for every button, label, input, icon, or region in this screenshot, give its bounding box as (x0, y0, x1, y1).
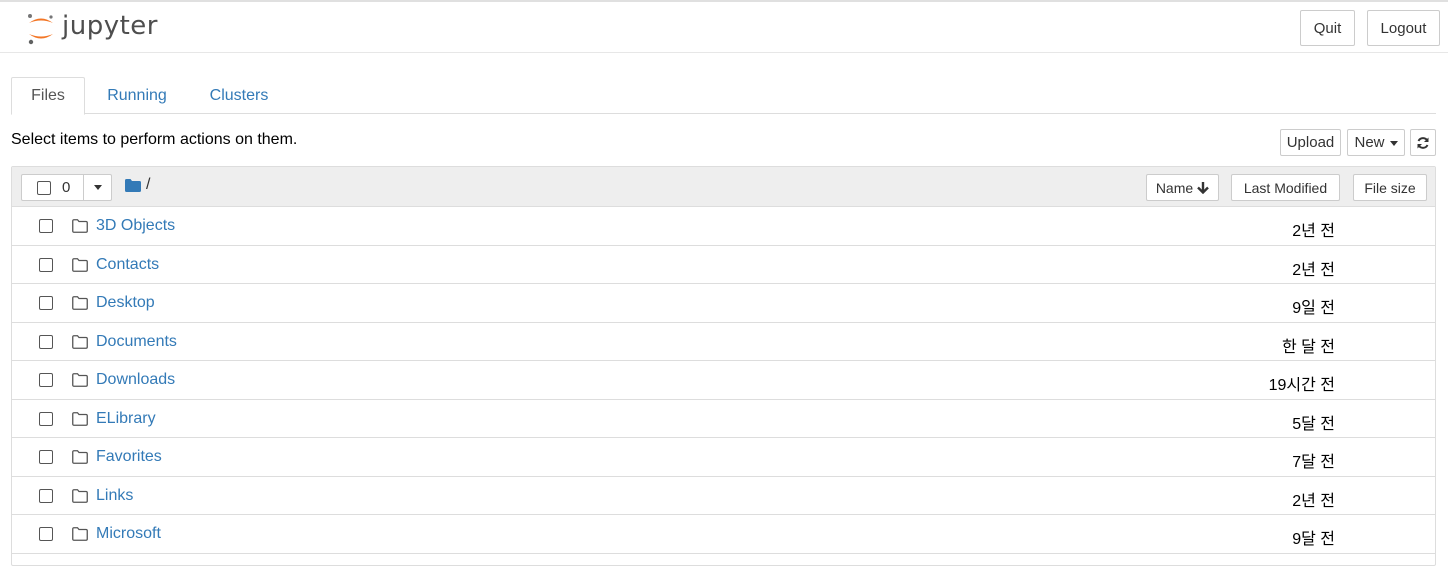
folder-outline-icon (72, 527, 88, 541)
list-item[interactable]: Contacts 2년 전 (12, 245, 1435, 284)
folder-outline-icon (72, 373, 88, 387)
list-item[interactable]: ELibrary 5달 전 (12, 399, 1435, 438)
item-checkbox[interactable] (39, 257, 53, 272)
selected-count: 0 (62, 179, 71, 196)
folder-outline-icon (72, 257, 88, 272)
folder-outline-icon (72, 450, 88, 464)
item-name-link[interactable]: Favorites (96, 448, 162, 466)
tab-bar: Files Running Clusters (11, 77, 1436, 115)
item-modified: 2년 전 (1292, 261, 1335, 279)
item-name-link[interactable]: ELibrary (96, 410, 156, 428)
item-modified: 9일 전 (1292, 300, 1335, 317)
toolbar-instructions: Select items to perform actions on them. (11, 131, 298, 148)
item-modified: 5달 전 (1292, 415, 1335, 433)
item-name-link[interactable]: Documents (96, 333, 177, 351)
item-name-link[interactable]: Links (96, 487, 133, 505)
folder-outline-icon (72, 334, 88, 349)
upload-button[interactable]: Upload (1280, 129, 1341, 156)
list-item[interactable]: Desktop 9일 전 (12, 284, 1435, 323)
folder-outline-icon (72, 488, 88, 503)
item-modified: 2년 전 (1292, 223, 1335, 240)
select-all-checkbox[interactable] (37, 181, 51, 195)
tab-files[interactable]: Files (11, 77, 85, 115)
list-item[interactable]: 3D Objects 2년 전 (12, 207, 1435, 246)
logo-text: jupyter (62, 11, 158, 41)
item-modified: 19시간 전 (1268, 377, 1335, 394)
folder-outline-icon (72, 296, 88, 310)
select-control: 0 (21, 174, 112, 201)
sort-name-label: Name (1155, 179, 1194, 196)
refresh-button[interactable] (1410, 129, 1436, 156)
item-name-link[interactable]: 3D Objects (96, 217, 175, 235)
new-button[interactable]: New (1347, 129, 1405, 156)
jupyter-logo[interactable]: jupyter (26, 11, 158, 47)
file-list: 0 / Name Last Modified File size 3D Obje… (11, 166, 1436, 566)
sort-by-name-button[interactable]: Name (1146, 174, 1219, 201)
refresh-icon (1417, 136, 1429, 149)
item-name-link[interactable]: Contacts (96, 256, 159, 274)
tab-clusters[interactable]: Clusters (197, 77, 281, 114)
list-item[interactable]: Documents 한 달 전 (12, 322, 1435, 361)
list-item[interactable]: Links 2년 전 (12, 476, 1435, 515)
item-checkbox[interactable] (39, 450, 53, 464)
file-list-header: 0 / Name Last Modified File size (12, 167, 1435, 207)
item-modified: 2년 전 (1292, 492, 1335, 510)
folder-icon[interactable] (125, 179, 141, 192)
item-checkbox[interactable] (39, 411, 53, 426)
arrow-down-icon (1197, 182, 1210, 194)
folder-outline-icon (72, 411, 88, 426)
folder-outline-icon (72, 219, 88, 233)
list-item[interactable]: Favorites 7달 전 (12, 438, 1435, 477)
sort-by-size-button[interactable]: File size (1353, 174, 1427, 201)
breadcrumb[interactable]: / (146, 176, 150, 194)
item-checkbox[interactable] (39, 373, 53, 387)
header-bar: jupyter Quit Logout (0, 0, 1448, 53)
item-checkbox[interactable] (39, 488, 53, 503)
item-modified: 한 달 전 (1281, 338, 1335, 356)
caret-down-icon (94, 185, 102, 190)
item-name-link[interactable]: Microsoft (96, 525, 161, 543)
item-checkbox[interactable] (39, 296, 53, 310)
sort-by-modified-button[interactable]: Last Modified (1231, 174, 1340, 201)
list-item[interactable]: Microsoft 9달 전 (12, 515, 1435, 554)
item-name-link[interactable]: Downloads (96, 371, 175, 389)
select-dropdown-button[interactable] (84, 175, 112, 200)
jupyter-logo-icon (28, 14, 53, 45)
item-checkbox[interactable] (39, 527, 53, 541)
item-modified: 7달 전 (1292, 454, 1335, 471)
tab-running[interactable]: Running (94, 77, 180, 114)
item-modified: 9달 전 (1292, 531, 1335, 548)
quit-button[interactable]: Quit (1300, 10, 1355, 46)
logout-button[interactable]: Logout (1367, 10, 1440, 46)
list-item[interactable]: Downloads 19시간 전 (12, 361, 1435, 400)
select-all-button[interactable]: 0 (22, 175, 84, 200)
item-name-link[interactable]: Desktop (96, 294, 155, 312)
new-button-label: New (1354, 134, 1385, 151)
item-checkbox[interactable] (39, 219, 53, 233)
item-checkbox[interactable] (39, 334, 53, 349)
caret-down-icon (1389, 141, 1398, 146)
